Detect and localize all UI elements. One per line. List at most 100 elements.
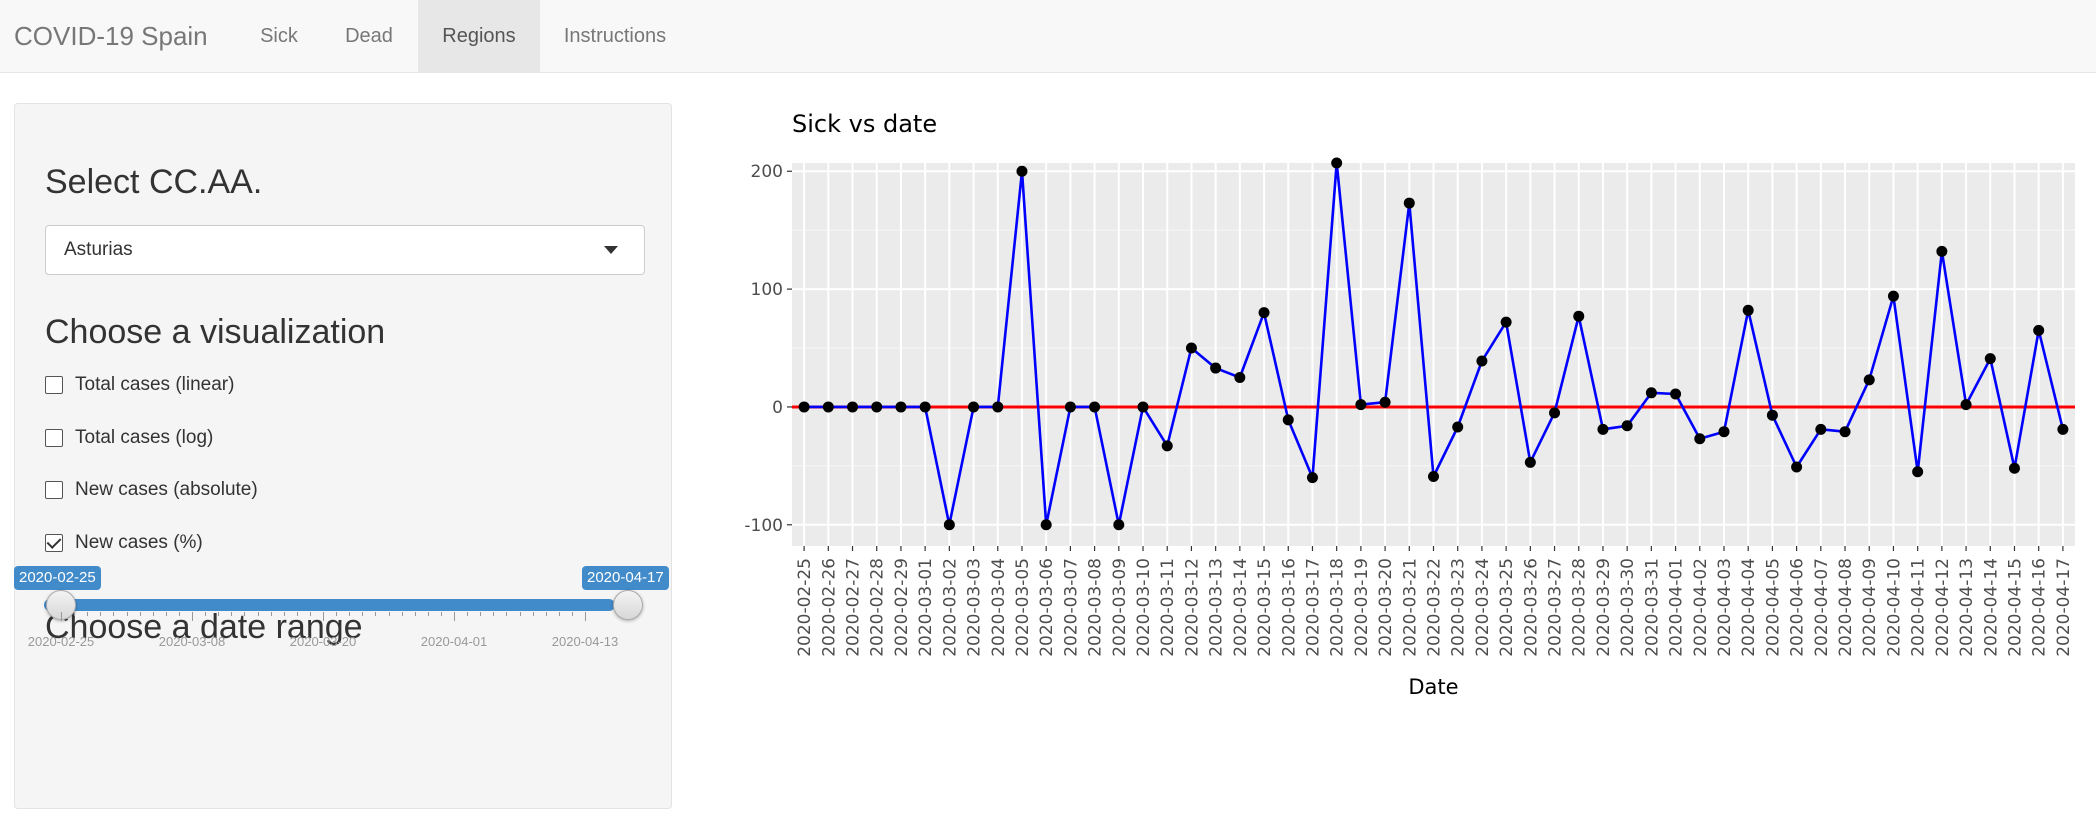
data-point xyxy=(1161,440,1173,452)
slider-minor-tick xyxy=(519,612,521,616)
data-point xyxy=(1742,304,1754,316)
slider-grid-label: 2020-03-20 xyxy=(289,634,357,649)
x-tick-label: 2020-03-09 xyxy=(1110,558,1130,657)
x-tick-label: 2020-04-08 xyxy=(1836,558,1856,657)
x-tick-label: 2020-04-09 xyxy=(1860,558,1880,657)
x-tick-label: 2020-03-18 xyxy=(1328,558,1348,657)
data-point xyxy=(1645,387,1657,399)
x-tick-label: 2020-03-01 xyxy=(916,558,936,657)
navbar: COVID-19 Spain Sick Dead Regions Instruc… xyxy=(0,0,2096,73)
x-tick-label: 2020-03-25 xyxy=(1497,558,1517,657)
data-point xyxy=(1331,157,1343,169)
tab-regions[interactable]: Regions xyxy=(418,0,540,72)
x-tick-label: 2020-03-12 xyxy=(1182,558,1202,657)
data-point xyxy=(943,519,955,531)
slider-minor-tick xyxy=(165,612,167,616)
data-point xyxy=(1137,401,1149,413)
region-select[interactable]: Asturias xyxy=(45,225,645,275)
region-heading: Select CC.AA. xyxy=(45,163,263,201)
x-tick-label: 2020-02-26 xyxy=(819,558,839,657)
x-tick-label: 2020-03-06 xyxy=(1037,558,1057,657)
x-tick-label: 2020-03-03 xyxy=(965,558,985,657)
brand-title[interactable]: COVID-19 Spain xyxy=(14,0,208,72)
viz-heading: Choose a visualization xyxy=(45,313,386,351)
slider-minor-tick xyxy=(440,612,442,616)
data-point xyxy=(822,401,834,413)
y-tick-label: 200 xyxy=(751,162,783,182)
tab-sick[interactable]: Sick xyxy=(244,0,314,72)
x-tick-label: 2020-03-26 xyxy=(1521,558,1541,657)
x-tick-label: 2020-03-27 xyxy=(1546,558,1566,657)
tab-dead[interactable]: Dead xyxy=(324,0,414,72)
data-point xyxy=(1064,401,1076,413)
data-point xyxy=(1016,165,1028,177)
slider-minor-tick xyxy=(87,612,89,616)
x-tick-label: 2020-04-01 xyxy=(1667,558,1687,657)
y-tick-label: 0 xyxy=(772,398,783,418)
x-tick-label: 2020-04-07 xyxy=(1812,558,1832,657)
x-tick-label: 2020-03-08 xyxy=(1086,558,1106,657)
data-point xyxy=(1379,396,1391,408)
data-point xyxy=(1597,423,1609,435)
data-point xyxy=(1452,421,1464,433)
x-tick-label: 2020-04-12 xyxy=(1933,558,1953,657)
slider-minor-tick xyxy=(283,612,285,616)
sick-vs-date-chart: Sick vs date2001000-1002020-02-25 2020-02… xyxy=(744,110,2075,699)
checkbox-label: New cases (%) xyxy=(75,532,203,553)
x-tick-label: 2020-02-28 xyxy=(868,558,888,657)
data-point xyxy=(1573,310,1585,322)
checkbox-unchecked-icon[interactable] xyxy=(45,481,63,499)
data-point xyxy=(1912,466,1924,478)
x-tick-label: 2020-03-30 xyxy=(1618,558,1638,657)
slider-minor-tick xyxy=(192,612,193,616)
x-tick-label: 2020-04-16 xyxy=(2030,558,2050,657)
slider-minor-tick xyxy=(480,612,482,616)
checkbox-checked-icon[interactable] xyxy=(45,534,63,552)
data-point xyxy=(2057,423,2069,435)
slider-minor-tick xyxy=(218,612,220,616)
data-point xyxy=(847,401,859,413)
slider-minor-tick xyxy=(113,612,115,616)
x-tick-label: 2020-03-13 xyxy=(1207,558,1227,657)
slider-grid-label: 2020-02-25 xyxy=(27,634,95,649)
x-tick-label: 2020-04-04 xyxy=(1739,558,1759,657)
slider-minor-tick xyxy=(178,612,180,616)
date-range-track[interactable] xyxy=(44,599,615,611)
slider-minor-tick xyxy=(100,612,102,616)
slider-minor-tick xyxy=(571,612,573,616)
x-tick-label: 2020-03-31 xyxy=(1642,558,1662,657)
x-tick-label: 2020-03-07 xyxy=(1061,558,1081,657)
chart-title: Sick vs date xyxy=(792,110,937,138)
caret-down-icon xyxy=(604,246,618,254)
slider-minor-tick xyxy=(336,612,338,616)
data-point xyxy=(1621,420,1633,432)
x-tick-label: 2020-03-28 xyxy=(1570,558,1590,657)
checkbox-unchecked-icon[interactable] xyxy=(45,376,63,394)
data-point xyxy=(1839,426,1851,438)
slider-minor-tick xyxy=(74,612,76,616)
x-tick-label: 2020-03-14 xyxy=(1231,558,1251,657)
x-tick-label: 2020-03-29 xyxy=(1594,558,1614,657)
slider-grid: 2020-02-25 2020-03-08 2020-03-20 2020-04… xyxy=(0,612,658,652)
slider-to-label: 2020-04-17 xyxy=(582,566,669,590)
tab-instructions[interactable]: Instructions xyxy=(544,0,686,72)
slider-minor-tick xyxy=(323,612,324,616)
checkbox-unchecked-icon[interactable] xyxy=(45,429,63,447)
data-point xyxy=(1887,290,1899,302)
data-point xyxy=(1282,414,1294,426)
x-tick-label: 2020-03-20 xyxy=(1376,558,1396,657)
data-point xyxy=(1718,426,1730,438)
y-tick-label: 100 xyxy=(751,280,783,300)
x-tick-label: 2020-03-10 xyxy=(1134,558,1154,657)
slider-minor-tick xyxy=(414,612,416,616)
x-tick-label: 2020-03-02 xyxy=(940,558,960,657)
slider-minor-tick xyxy=(388,612,390,616)
slider-grid-label: 2020-04-01 xyxy=(420,634,488,649)
slider-minor-tick xyxy=(401,612,403,616)
data-point xyxy=(1815,423,1827,435)
check-mark-icon xyxy=(46,534,62,549)
data-point xyxy=(2033,324,2045,336)
data-point xyxy=(1476,355,1488,367)
data-point xyxy=(1670,388,1682,400)
data-point xyxy=(1306,472,1318,484)
